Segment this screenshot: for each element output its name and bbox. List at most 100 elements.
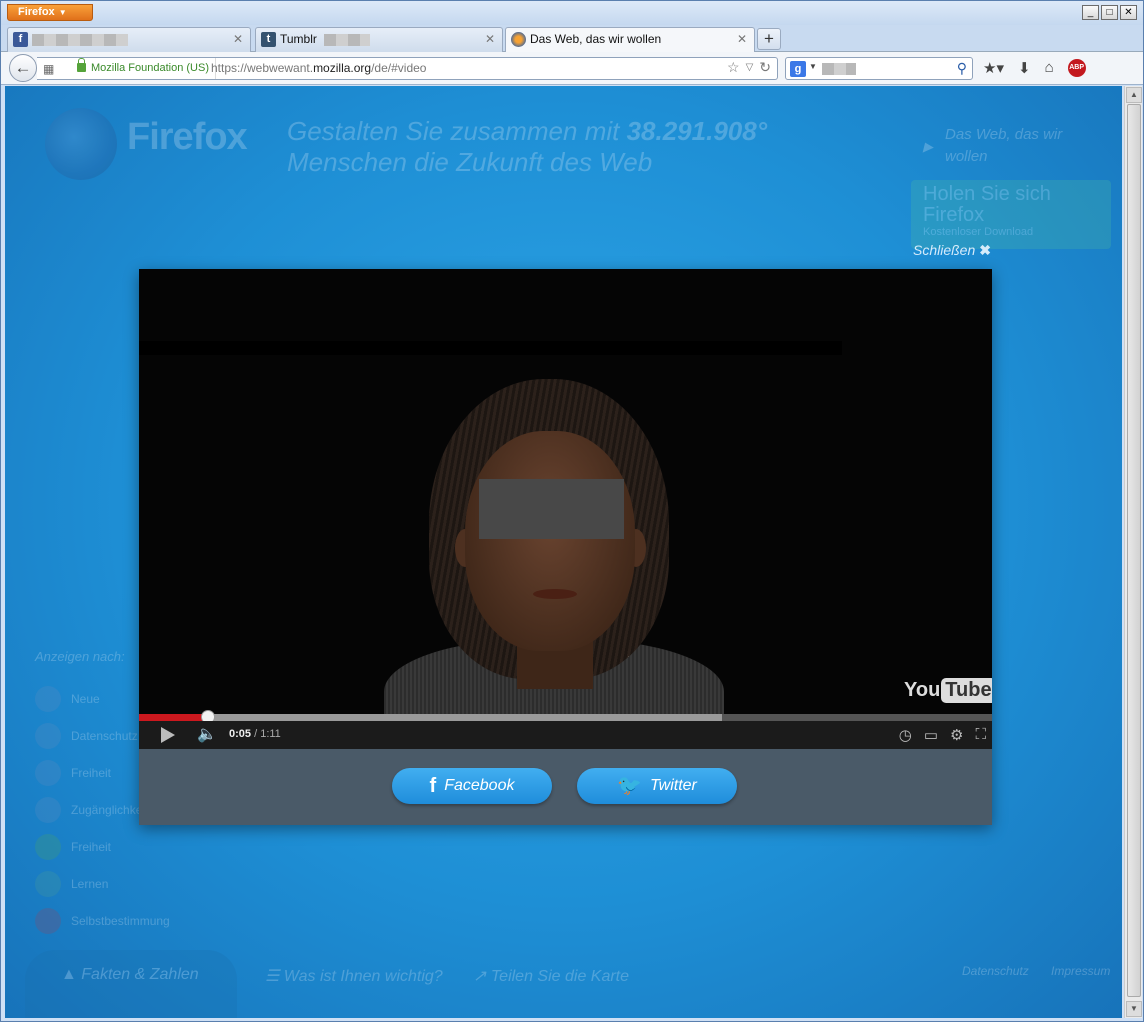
scroll-thumb[interactable] <box>1127 104 1141 997</box>
close-window-button[interactable]: ✕ <box>1120 5 1137 20</box>
adblock-plus-icon[interactable]: ABP <box>1067 59 1086 77</box>
engine-dropdown-icon[interactable]: ▼ <box>809 62 817 71</box>
navigation-bar: ▦ Mozilla Foundation (US) https://webwew… <box>1 52 1143 85</box>
play-triangle-icon: ▶ <box>923 139 933 154</box>
tab-label-redacted <box>324 33 371 46</box>
watch-later-icon[interactable]: ◷ <box>899 726 912 744</box>
bottom-navigation: ▲ Fakten & Zahlen ☰ Was ist Ihnen wichti… <box>5 950 1122 1018</box>
scroll-up-icon[interactable]: ▲ <box>1126 87 1142 103</box>
progress-played <box>139 714 209 721</box>
window-controls: _ □ ✕ <box>1082 5 1137 20</box>
identity-label: Mozilla Foundation (US) <box>91 62 209 74</box>
gears-icon <box>35 907 61 934</box>
twitter-bird-icon: 🐦 <box>617 775 643 797</box>
url-prefix: https://webwewant. <box>211 61 314 75</box>
video-subject-mouth <box>533 589 577 599</box>
bookmark-star-icon[interactable]: ☆ <box>727 59 740 77</box>
fullscreen-icon[interactable]: ⛶ <box>975 726 986 744</box>
twitter-label: Twitter <box>650 777 697 794</box>
youtube-logo-tube: Tube <box>941 677 992 703</box>
side-nav-item[interactable]: Selbstbestimmung <box>35 902 170 939</box>
tab-tumblr[interactable]: t Tumblr ✕ <box>255 27 503 52</box>
download-subtitle: Kostenloser Download <box>923 226 1034 238</box>
back-button[interactable]: ← <box>9 54 37 82</box>
settings-gear-icon[interactable]: ⚙ <box>950 726 963 744</box>
web-we-want-link[interactable]: ▶ Das Web, das wir wollen <box>923 124 1083 168</box>
share-map-link[interactable]: ↗ Teilen Sie die Karte <box>473 966 629 986</box>
downloads-icon[interactable]: ⬇ <box>1018 59 1031 77</box>
twitter-share-button[interactable]: 🐦 Twitter <box>577 768 737 804</box>
side-link-label: Das Web, das wir wollen <box>945 126 1063 165</box>
eye-icon <box>35 722 61 749</box>
tumblr-icon: t <box>261 32 276 47</box>
imprint-link[interactable]: Impressum <box>1051 964 1110 978</box>
tab-das-web[interactable]: Das Web, das wir wollen ✕ <box>505 27 755 53</box>
check-icon <box>35 833 61 860</box>
what-matters-link[interactable]: ☰ Was ist Ihnen wichtig? <box>265 966 443 986</box>
facebook-icon: f <box>13 32 28 47</box>
firefox-menu-label: Firefox <box>18 6 55 18</box>
url-bar[interactable]: ▦ Mozilla Foundation (US) https://webwew… <box>37 57 778 80</box>
side-nav-label: Freiheit <box>71 765 112 780</box>
facebook-icon: f <box>429 775 437 797</box>
side-nav-label: Selbstbestimmung <box>71 913 170 928</box>
close-tab-icon[interactable]: ✕ <box>737 28 747 50</box>
facts-figures-link[interactable]: ▲ Fakten & Zahlen <box>61 966 199 984</box>
side-nav-item[interactable]: Freiheit <box>35 828 170 865</box>
lock-icon <box>77 58 86 72</box>
total-time: 1:11 <box>260 728 281 740</box>
play-icon[interactable] <box>161 727 175 743</box>
book-icon <box>35 870 61 897</box>
url-domain: mozilla.org <box>313 61 372 75</box>
close-icon: ✖ <box>979 242 991 258</box>
firefox-menu-button[interactable]: Firefox ▼ <box>7 4 93 21</box>
history-dropdown-icon[interactable]: ▽ <box>746 59 754 77</box>
close-tab-icon[interactable]: ✕ <box>485 28 495 50</box>
search-bar[interactable]: g ▼ ⚲ <box>785 57 973 80</box>
scroll-down-icon[interactable]: ▼ <box>1126 1001 1142 1017</box>
user-icon <box>35 796 61 823</box>
video-time: 0:05 / 1:11 <box>229 728 281 740</box>
facts-label: Fakten & Zahlen <box>81 966 199 983</box>
new-tab-button[interactable]: + <box>757 28 781 50</box>
url-text[interactable]: https://webwewant.mozilla.org/de/#video <box>211 58 426 79</box>
back-arrow-icon: ← <box>14 58 32 77</box>
progress-loaded <box>139 714 722 721</box>
video-player[interactable]: You Tube 🔈 0:05 / 1:11 ◷ ▭ ⚙ ⛶ <box>139 269 992 749</box>
close-video-link[interactable]: Schließen ✖ <box>913 242 991 259</box>
share-map-label: Teilen Sie die Karte <box>490 968 630 985</box>
video-subject <box>385 379 725 719</box>
youtube-logo-you: You <box>904 678 941 701</box>
download-firefox-button[interactable]: Holen Sie sich Firefox Kostenloser Downl… <box>911 180 1111 249</box>
search-icon[interactable]: ⚲ <box>957 60 967 77</box>
side-nav-label: Zugänglichkeit <box>71 802 149 817</box>
home-icon[interactable]: ⌂ <box>1045 59 1054 77</box>
tab-groups-icon[interactable]: ▦ <box>43 62 54 76</box>
privacy-link[interactable]: Datenschutz <box>962 964 1029 978</box>
minimize-button[interactable]: _ <box>1082 5 1099 20</box>
bookmarks-menu-icon[interactable]: ★▾ <box>983 59 1004 77</box>
video-modal: You Tube 🔈 0:05 / 1:11 ◷ ▭ ⚙ ⛶ f Faceboo… <box>139 269 992 825</box>
volume-icon[interactable]: 🔈 <box>197 724 217 744</box>
site-brand: Firefox <box>127 116 248 158</box>
firefox-logo <box>45 108 117 180</box>
close-tab-icon[interactable]: ✕ <box>233 28 243 50</box>
maximize-button[interactable]: □ <box>1101 5 1118 20</box>
heart-icon <box>35 759 61 786</box>
search-value-redacted <box>822 63 856 75</box>
reload-icon[interactable]: ↻ <box>759 59 771 77</box>
facebook-share-button[interactable]: f Facebook <box>392 768 552 804</box>
video-dark-band <box>139 341 842 355</box>
tab-label: Tumblr <box>280 32 317 46</box>
captions-icon[interactable]: ▭ <box>924 726 938 744</box>
video-progress-bar[interactable] <box>139 710 992 724</box>
tab-bar: f ✕ t Tumblr ✕ Das Web, das wir wollen ✕… <box>1 25 1143 53</box>
tab-facebook[interactable]: f ✕ <box>7 27 251 52</box>
youtube-logo[interactable]: You Tube <box>904 675 992 705</box>
signatures-counter: 38.291.908 <box>626 116 757 146</box>
facts-tab-background <box>25 950 237 1018</box>
google-icon[interactable]: g <box>790 61 806 77</box>
page-scrollbar[interactable]: ▲ ▼ <box>1124 86 1142 1018</box>
site-identity[interactable]: Mozilla Foundation (US) <box>75 58 216 79</box>
side-nav-item[interactable]: Lernen <box>35 865 170 902</box>
